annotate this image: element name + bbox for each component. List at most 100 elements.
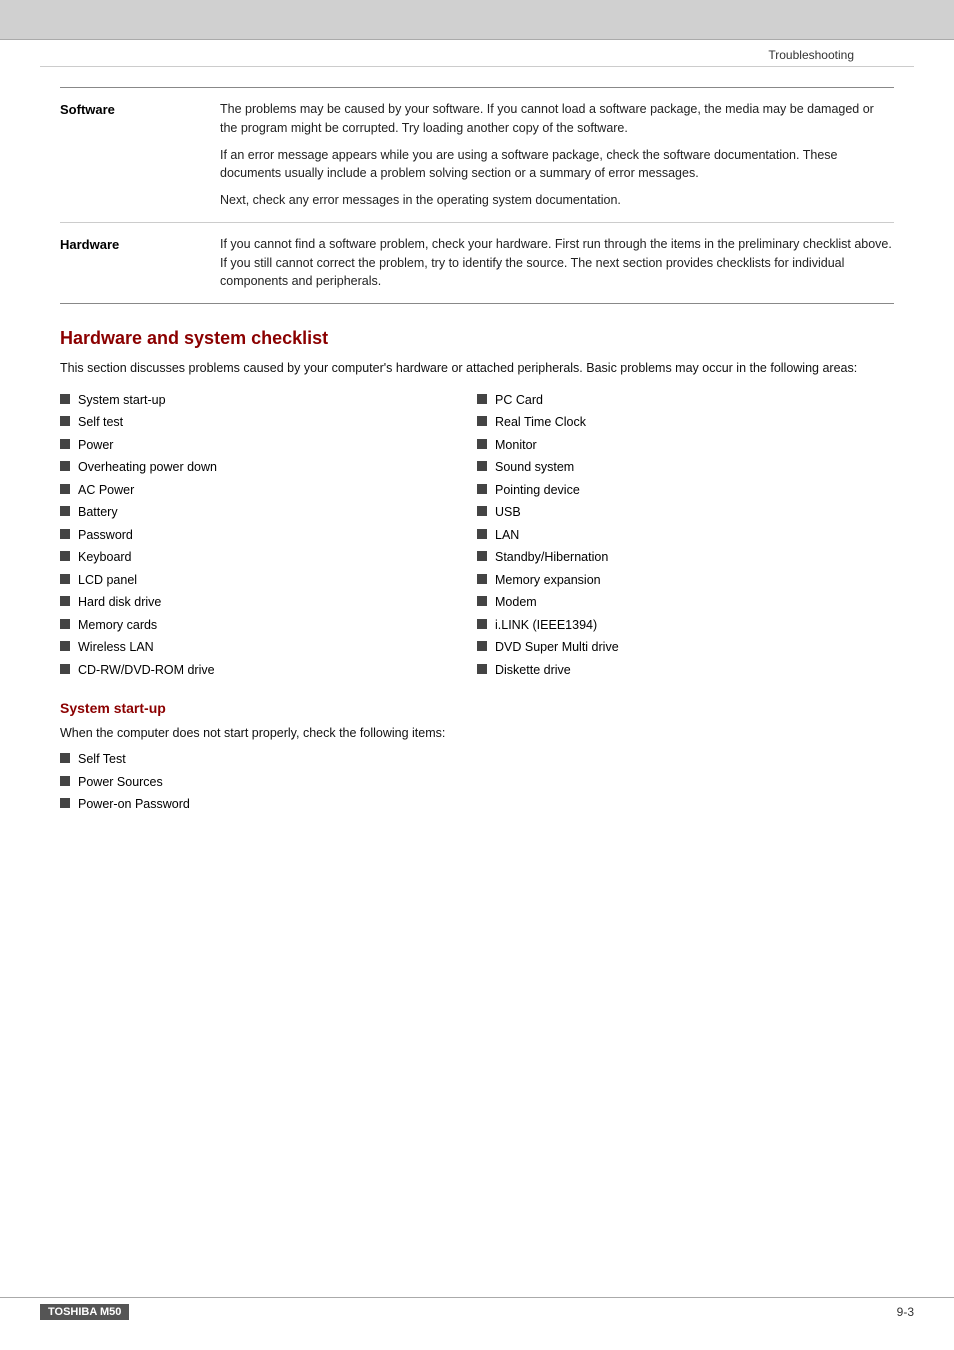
list-item: Keyboard xyxy=(60,549,477,567)
left-item-9: Hard disk drive xyxy=(78,594,161,612)
left-item-7: Keyboard xyxy=(78,549,132,567)
startup-item-0: Self Test xyxy=(78,751,126,769)
right-item-3: Sound system xyxy=(495,459,574,477)
bullet-icon xyxy=(60,664,70,674)
left-item-12: CD-RW/DVD-ROM drive xyxy=(78,662,215,680)
right-item-4: Pointing device xyxy=(495,482,580,500)
list-item: Self test xyxy=(60,414,477,432)
bullet-icon xyxy=(477,461,487,471)
bullet-icon xyxy=(60,484,70,494)
footer-page: 9-3 xyxy=(897,1305,914,1319)
list-item: Modem xyxy=(477,594,894,612)
left-item-11: Wireless LAN xyxy=(78,639,154,657)
right-item-6: LAN xyxy=(495,527,519,545)
list-item: Battery xyxy=(60,504,477,522)
list-item: i.LINK (IEEE1394) xyxy=(477,617,894,635)
right-item-9: Modem xyxy=(495,594,537,612)
list-item: Password xyxy=(60,527,477,545)
bullet-icon xyxy=(60,394,70,404)
list-item: LCD panel xyxy=(60,572,477,590)
right-item-12: Diskette drive xyxy=(495,662,571,680)
system-startup-heading: System start-up xyxy=(60,700,894,716)
checklist-columns: System start-up Self test Power Overheat… xyxy=(60,392,894,685)
list-item: LAN xyxy=(477,527,894,545)
right-item-5: USB xyxy=(495,504,521,522)
bullet-icon xyxy=(60,641,70,651)
content-area: Software The problems may be caused by y… xyxy=(0,87,954,814)
bullet-icon xyxy=(477,394,487,404)
software-para-1: The problems may be caused by your softw… xyxy=(220,100,894,138)
left-item-0: System start-up xyxy=(78,392,166,410)
bullet-icon xyxy=(60,461,70,471)
checklist-right-col: PC Card Real Time Clock Monitor Sound sy… xyxy=(477,392,894,685)
list-item: Self Test xyxy=(60,751,894,769)
right-item-11: DVD Super Multi drive xyxy=(495,639,619,657)
hardware-content: If you cannot find a software problem, c… xyxy=(220,235,894,291)
page-container: Troubleshooting Software The problems ma… xyxy=(0,0,954,1350)
bullet-icon xyxy=(477,416,487,426)
list-item: Diskette drive xyxy=(477,662,894,680)
list-item: Power Sources xyxy=(60,774,894,792)
bullet-icon xyxy=(60,529,70,539)
header-bar xyxy=(0,0,954,40)
checklist-left-col: System start-up Self test Power Overheat… xyxy=(60,392,477,685)
bullet-icon xyxy=(60,416,70,426)
left-item-8: LCD panel xyxy=(78,572,137,590)
bullet-icon xyxy=(60,753,70,763)
hardware-label: Hardware xyxy=(60,235,220,291)
startup-item-2: Power-on Password xyxy=(78,796,190,814)
bullet-icon xyxy=(477,641,487,651)
list-item: CD-RW/DVD-ROM drive xyxy=(60,662,477,680)
bullet-icon xyxy=(477,439,487,449)
right-item-7: Standby/Hibernation xyxy=(495,549,608,567)
troubleshooting-header: Troubleshooting xyxy=(40,40,914,67)
hardware-para-1: If you cannot find a software problem, c… xyxy=(220,235,894,291)
hardware-row: Hardware If you cannot find a software p… xyxy=(60,223,894,303)
hardware-checklist-intro: This section discusses problems caused b… xyxy=(60,359,894,378)
bullet-icon xyxy=(60,574,70,584)
list-item: Wireless LAN xyxy=(60,639,477,657)
bullet-icon xyxy=(477,574,487,584)
software-content: The problems may be caused by your softw… xyxy=(220,100,894,210)
list-item: PC Card xyxy=(477,392,894,410)
bullet-icon xyxy=(60,506,70,516)
software-row: Software The problems may be caused by y… xyxy=(60,88,894,223)
right-item-8: Memory expansion xyxy=(495,572,601,590)
bullet-icon xyxy=(477,664,487,674)
list-item: Sound system xyxy=(477,459,894,477)
hardware-checklist-heading: Hardware and system checklist xyxy=(60,328,894,349)
list-item: USB xyxy=(477,504,894,522)
list-item: Monitor xyxy=(477,437,894,455)
page-footer: TOSHIBA M50 9-3 xyxy=(0,1297,954,1320)
list-item: AC Power xyxy=(60,482,477,500)
list-item: Memory expansion xyxy=(477,572,894,590)
bullet-icon xyxy=(60,798,70,808)
bullet-icon xyxy=(477,506,487,516)
software-label: Software xyxy=(60,100,220,210)
list-item: Power-on Password xyxy=(60,796,894,814)
system-startup-checklist: Self Test Power Sources Power-on Passwor… xyxy=(60,751,894,814)
left-item-10: Memory cards xyxy=(78,617,157,635)
startup-item-1: Power Sources xyxy=(78,774,163,792)
bullet-icon xyxy=(477,551,487,561)
left-item-5: Battery xyxy=(78,504,118,522)
bullet-icon xyxy=(60,776,70,786)
footer-model: TOSHIBA M50 xyxy=(40,1304,129,1320)
bullet-icon xyxy=(60,619,70,629)
right-item-10: i.LINK (IEEE1394) xyxy=(495,617,597,635)
left-item-2: Power xyxy=(78,437,113,455)
left-item-3: Overheating power down xyxy=(78,459,217,477)
bullet-icon xyxy=(477,596,487,606)
left-item-1: Self test xyxy=(78,414,123,432)
right-item-2: Monitor xyxy=(495,437,537,455)
bullet-icon xyxy=(477,619,487,629)
list-item: Hard disk drive xyxy=(60,594,477,612)
bullet-icon xyxy=(60,551,70,561)
list-item: Overheating power down xyxy=(60,459,477,477)
bullet-icon xyxy=(477,484,487,494)
table-section: Software The problems may be caused by y… xyxy=(60,87,894,304)
left-item-6: Password xyxy=(78,527,133,545)
list-item: Pointing device xyxy=(477,482,894,500)
list-item: Power xyxy=(60,437,477,455)
right-item-0: PC Card xyxy=(495,392,543,410)
